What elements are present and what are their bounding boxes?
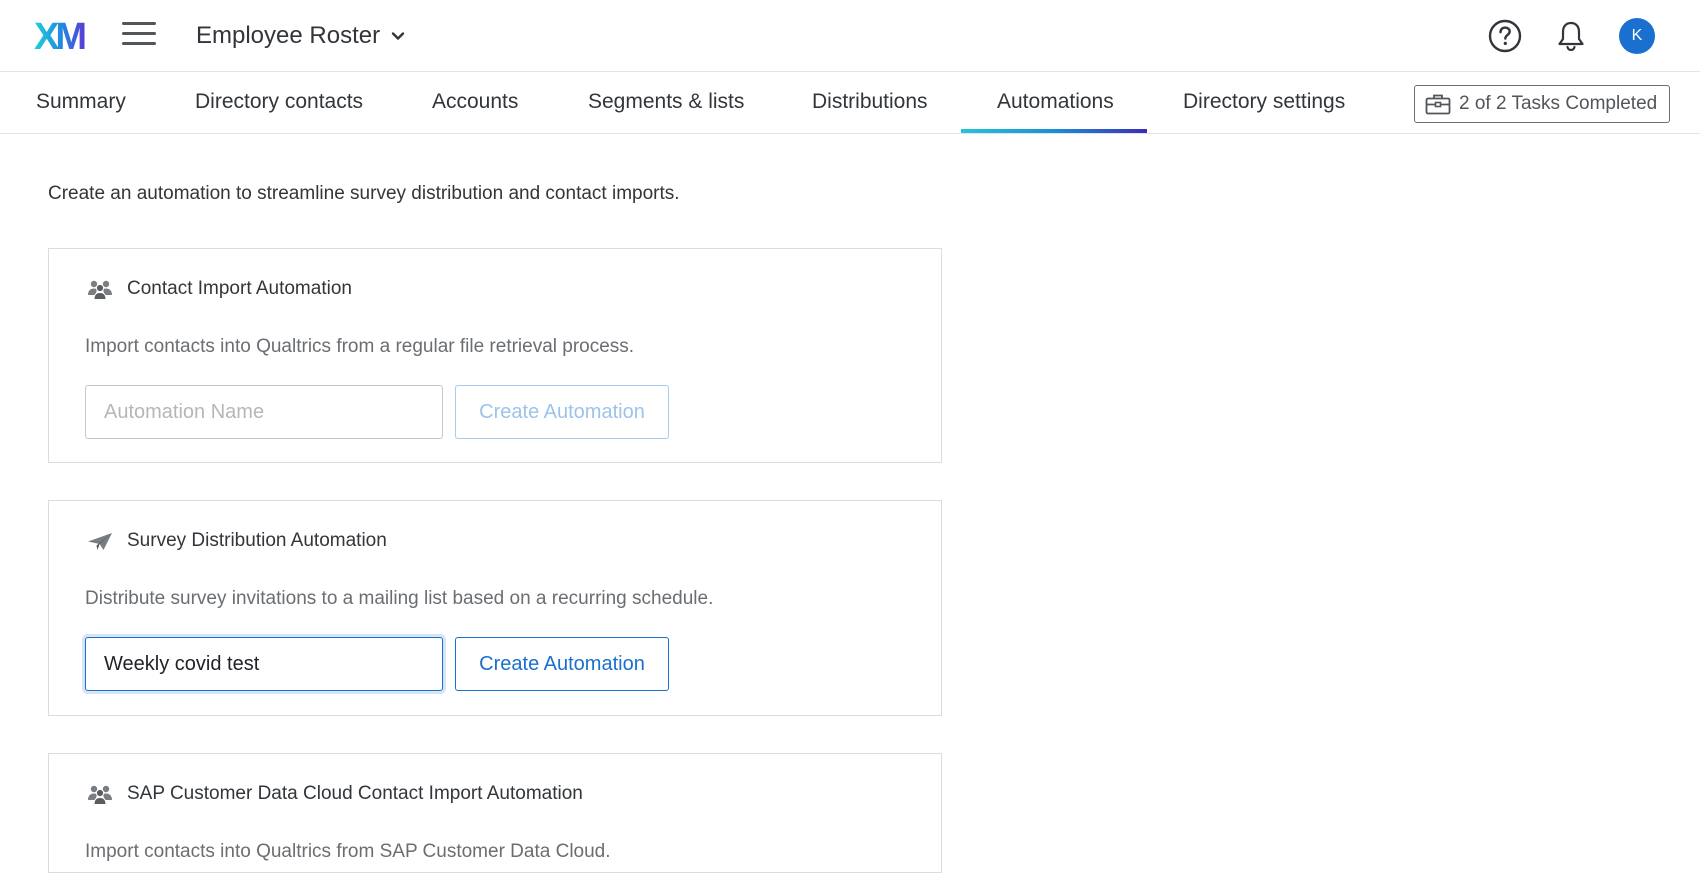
- tab-summary[interactable]: Summary: [36, 72, 126, 134]
- xm-logo[interactable]: XM: [34, 18, 92, 54]
- sap-contact-import-card: SAP Customer Data Cloud Contact Import A…: [48, 753, 942, 873]
- project-title: Employee Roster: [196, 22, 381, 49]
- card-header: Contact Import Automation: [87, 277, 352, 301]
- svg-text:XM: XM: [34, 18, 85, 54]
- card-description: Import contacts into Qualtrics from a re…: [85, 336, 635, 357]
- card-header: Survey Distribution Automation: [87, 529, 387, 553]
- user-avatar[interactable]: K: [1619, 18, 1655, 54]
- briefcase-icon: [1425, 94, 1451, 115]
- automation-name-input[interactable]: [85, 385, 443, 439]
- automation-name-input[interactable]: [85, 637, 443, 691]
- avatar-initial: K: [1631, 27, 1643, 44]
- menu-icon[interactable]: [122, 22, 156, 50]
- tasks-completed-button[interactable]: 2 of 2 Tasks Completed: [1414, 85, 1670, 123]
- tab-directory-contacts[interactable]: Directory contacts: [195, 72, 363, 134]
- survey-distribution-card: Survey Distribution Automation Distribut…: [48, 500, 942, 716]
- card-description: Import contacts into Qualtrics from SAP …: [85, 841, 611, 862]
- tab-segments-lists[interactable]: Segments & lists: [588, 72, 744, 134]
- card-description: Distribute survey invitations to a maili…: [85, 588, 714, 609]
- card-title: Contact Import Automation: [127, 278, 352, 299]
- paper-plane-icon: [88, 533, 112, 550]
- tab-automations[interactable]: Automations: [997, 72, 1114, 134]
- project-switcher[interactable]: Employee Roster: [196, 20, 406, 52]
- people-icon: [88, 280, 112, 300]
- tab-accounts[interactable]: Accounts: [432, 72, 518, 134]
- top-bar: XM Employee Roster K: [0, 0, 1700, 72]
- tasks-label: 2 of 2 Tasks Completed: [1459, 93, 1658, 114]
- tab-distributions[interactable]: Distributions: [812, 72, 928, 134]
- people-icon: [88, 785, 112, 805]
- active-tab-indicator: [961, 129, 1147, 133]
- card-header: SAP Customer Data Cloud Contact Import A…: [87, 782, 583, 806]
- notification-bell-icon[interactable]: [1553, 18, 1589, 54]
- tab-directory-settings[interactable]: Directory settings: [1183, 72, 1345, 134]
- card-title: Survey Distribution Automation: [127, 530, 387, 551]
- help-icon[interactable]: [1487, 18, 1523, 54]
- create-automation-button[interactable]: Create Automation: [455, 637, 669, 691]
- tab-bar: Summary Directory contacts Accounts Segm…: [0, 72, 1700, 134]
- page-intro: Create an automation to streamline surve…: [48, 183, 680, 204]
- contact-import-card: Contact Import Automation Import contact…: [48, 248, 942, 463]
- card-title: SAP Customer Data Cloud Contact Import A…: [127, 783, 583, 804]
- create-automation-button[interactable]: Create Automation: [455, 385, 669, 439]
- chevron-down-icon: [391, 32, 405, 40]
